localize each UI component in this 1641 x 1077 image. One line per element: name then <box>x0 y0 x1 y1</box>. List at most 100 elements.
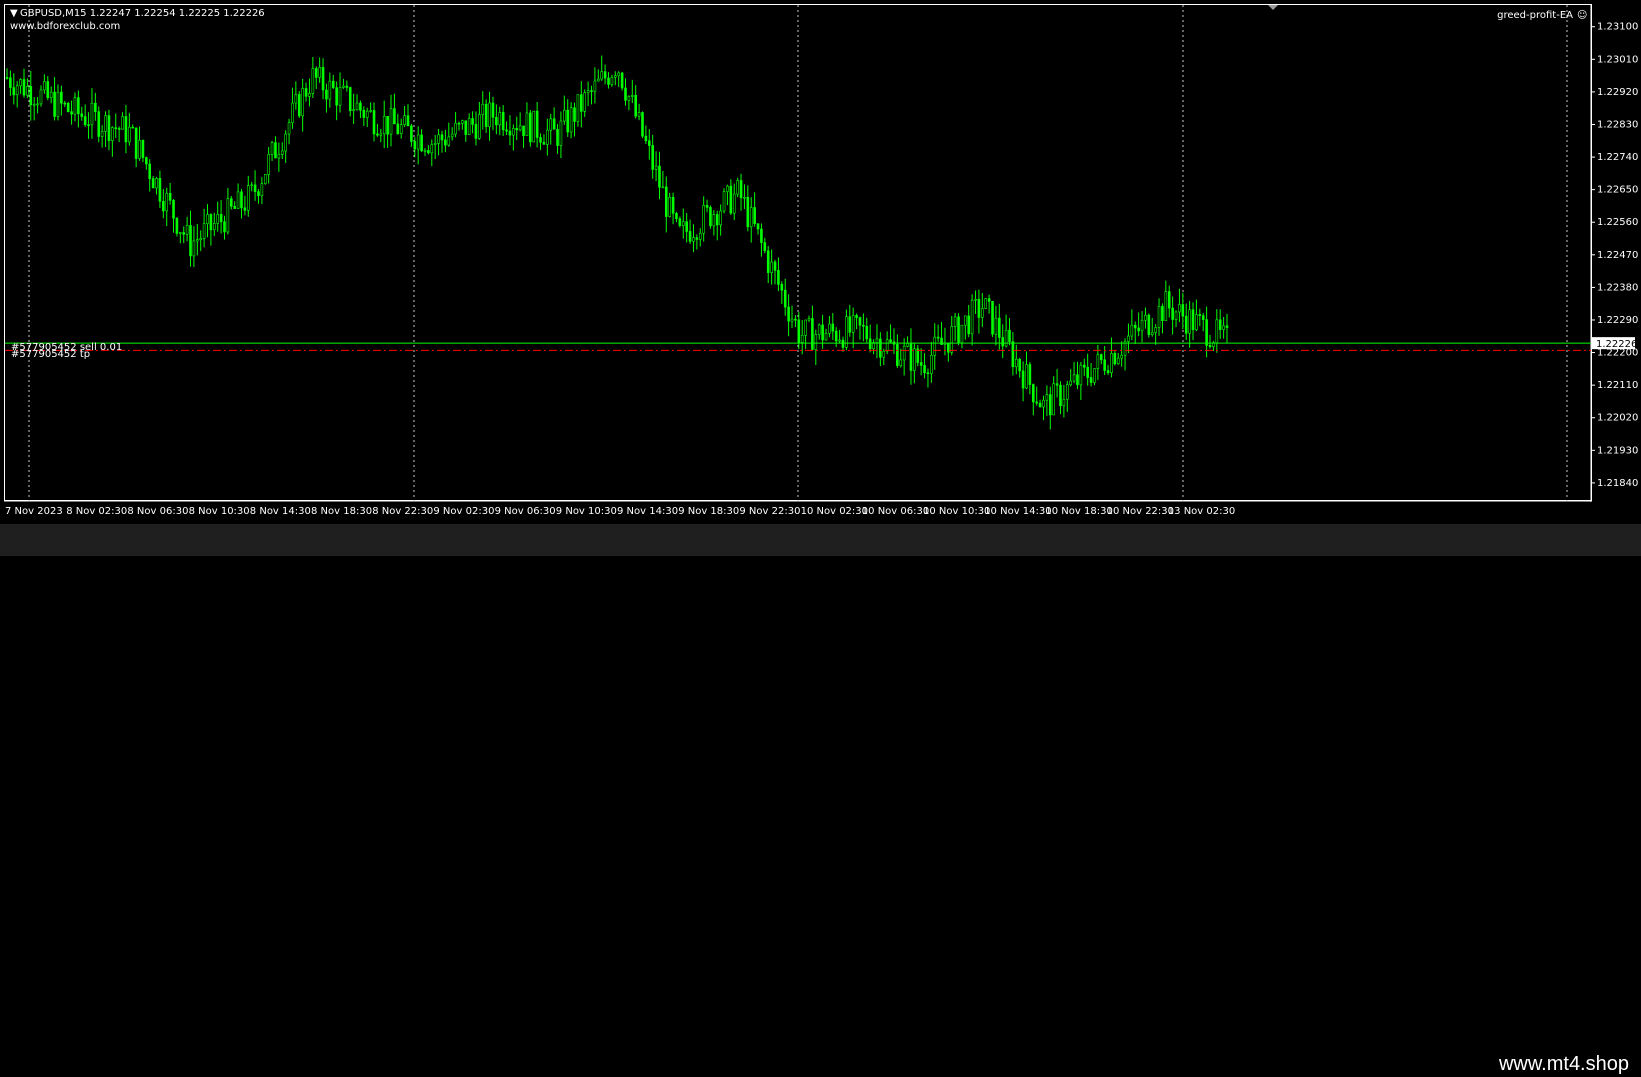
candle-body <box>284 133 287 152</box>
candle-body <box>158 178 162 202</box>
candle-body <box>403 115 406 126</box>
candle-body <box>1062 398 1066 407</box>
candle-body <box>172 200 175 219</box>
ea-label: greed-profit-EA <box>1497 10 1573 21</box>
candle-body <box>202 223 206 239</box>
candle-body <box>165 193 169 212</box>
candle-body <box>1127 335 1130 342</box>
candle-body <box>994 317 998 335</box>
candle-body <box>770 261 773 273</box>
candle-body <box>865 325 869 340</box>
price-tick-label: 1.21930 <box>1597 445 1638 456</box>
candle-body <box>695 237 699 240</box>
candle-body <box>1021 370 1025 389</box>
candle-body <box>637 112 641 117</box>
candle-body <box>753 207 756 224</box>
candle-body <box>841 339 845 348</box>
candle-body <box>1028 364 1032 385</box>
candle-body <box>342 85 345 88</box>
candle-body <box>831 323 835 332</box>
candle-body <box>148 163 152 179</box>
time-tick-label: 8 Nov 22:30 <box>372 506 433 517</box>
tp-order-label: #577905452 tp <box>11 349 90 360</box>
candle-body <box>654 165 658 170</box>
candle-body <box>162 201 165 212</box>
candle-body <box>607 77 610 85</box>
candle-body <box>692 237 695 242</box>
candle-body <box>875 338 879 343</box>
candle-body <box>321 67 325 91</box>
candle-body <box>155 178 158 189</box>
candle-body <box>1059 384 1062 407</box>
candle-body <box>970 299 974 335</box>
time-tick-label: 10 Nov 22:30 <box>1107 506 1174 517</box>
candle-body <box>967 315 971 335</box>
time-tick-label: 9 Nov 10:30 <box>556 506 617 517</box>
time-tick-label: 8 Nov 10:30 <box>189 506 250 517</box>
candle-body <box>185 225 189 235</box>
candle-body <box>464 120 468 135</box>
price-chart[interactable]: #577905452 sell 0.01 #577905452 tp ▼ GBP… <box>0 0 1641 524</box>
candle-body <box>597 78 600 82</box>
candle-body <box>977 298 981 318</box>
price-tick-label: 1.22830 <box>1597 119 1638 130</box>
candle-body <box>583 92 587 112</box>
candle-body <box>817 324 821 335</box>
candle-body <box>481 103 485 115</box>
candle-body <box>335 87 338 106</box>
candle-body <box>280 150 284 155</box>
candle-body <box>495 117 498 126</box>
candle-body <box>501 112 505 131</box>
candle-body <box>128 126 131 143</box>
price-tick-label: 1.22920 <box>1597 87 1638 98</box>
price-tick-label: 1.23100 <box>1597 22 1638 33</box>
candle-body <box>318 67 321 78</box>
candle-body <box>219 214 223 223</box>
candle-body <box>838 339 841 342</box>
candle-body <box>777 270 780 285</box>
candle-body <box>590 90 593 92</box>
candle-body <box>90 102 94 126</box>
candle-body <box>29 86 33 106</box>
candle-body <box>291 102 294 123</box>
collapse-arrow-icon[interactable]: ▼ <box>10 8 18 19</box>
price-axis: 1.23100 1.23010 1.22920 1.22830 1.22740 1.226… <box>1591 22 1638 489</box>
price-tick-label: 1.22650 <box>1597 185 1638 196</box>
candle-body <box>1031 384 1035 403</box>
candle-body <box>107 115 111 141</box>
price-tick-label: 1.22380 <box>1597 282 1638 293</box>
candle-body <box>1096 354 1100 369</box>
candle-body <box>953 316 957 327</box>
symbol-info: GBPUSD,M15 1.22247 1.22254 1.22225 1.222… <box>20 8 265 19</box>
candle-body <box>964 315 967 326</box>
candle-body <box>549 118 553 131</box>
candle-body <box>780 284 784 291</box>
candle-body <box>104 115 107 132</box>
candle-body <box>957 316 960 344</box>
candle-body <box>233 206 236 209</box>
candle-body <box>77 97 80 115</box>
candle-body <box>362 109 366 118</box>
candle-body <box>525 112 529 137</box>
candle-body <box>858 317 862 326</box>
time-tick-label: 9 Nov 22:30 <box>739 506 800 517</box>
candle-body <box>1167 291 1171 309</box>
candle-body <box>396 123 400 135</box>
candle-body <box>617 72 620 77</box>
candle-body <box>314 68 318 78</box>
candle-body <box>1106 370 1110 374</box>
candle-body <box>1225 325 1229 328</box>
candle-body <box>467 118 471 135</box>
candle-body <box>1038 402 1042 408</box>
candle-body <box>413 141 417 150</box>
price-tick-label: 1.23010 <box>1597 54 1638 65</box>
candle-body <box>814 334 818 350</box>
candle-body <box>515 128 519 131</box>
candle-body <box>111 127 114 141</box>
candle-body <box>1103 359 1106 371</box>
candle-body <box>1150 332 1154 335</box>
time-tick-label: 13 Nov 02:30 <box>1168 506 1235 517</box>
candle-body <box>338 87 342 106</box>
candle-body <box>848 316 852 333</box>
candle-body <box>889 339 892 343</box>
